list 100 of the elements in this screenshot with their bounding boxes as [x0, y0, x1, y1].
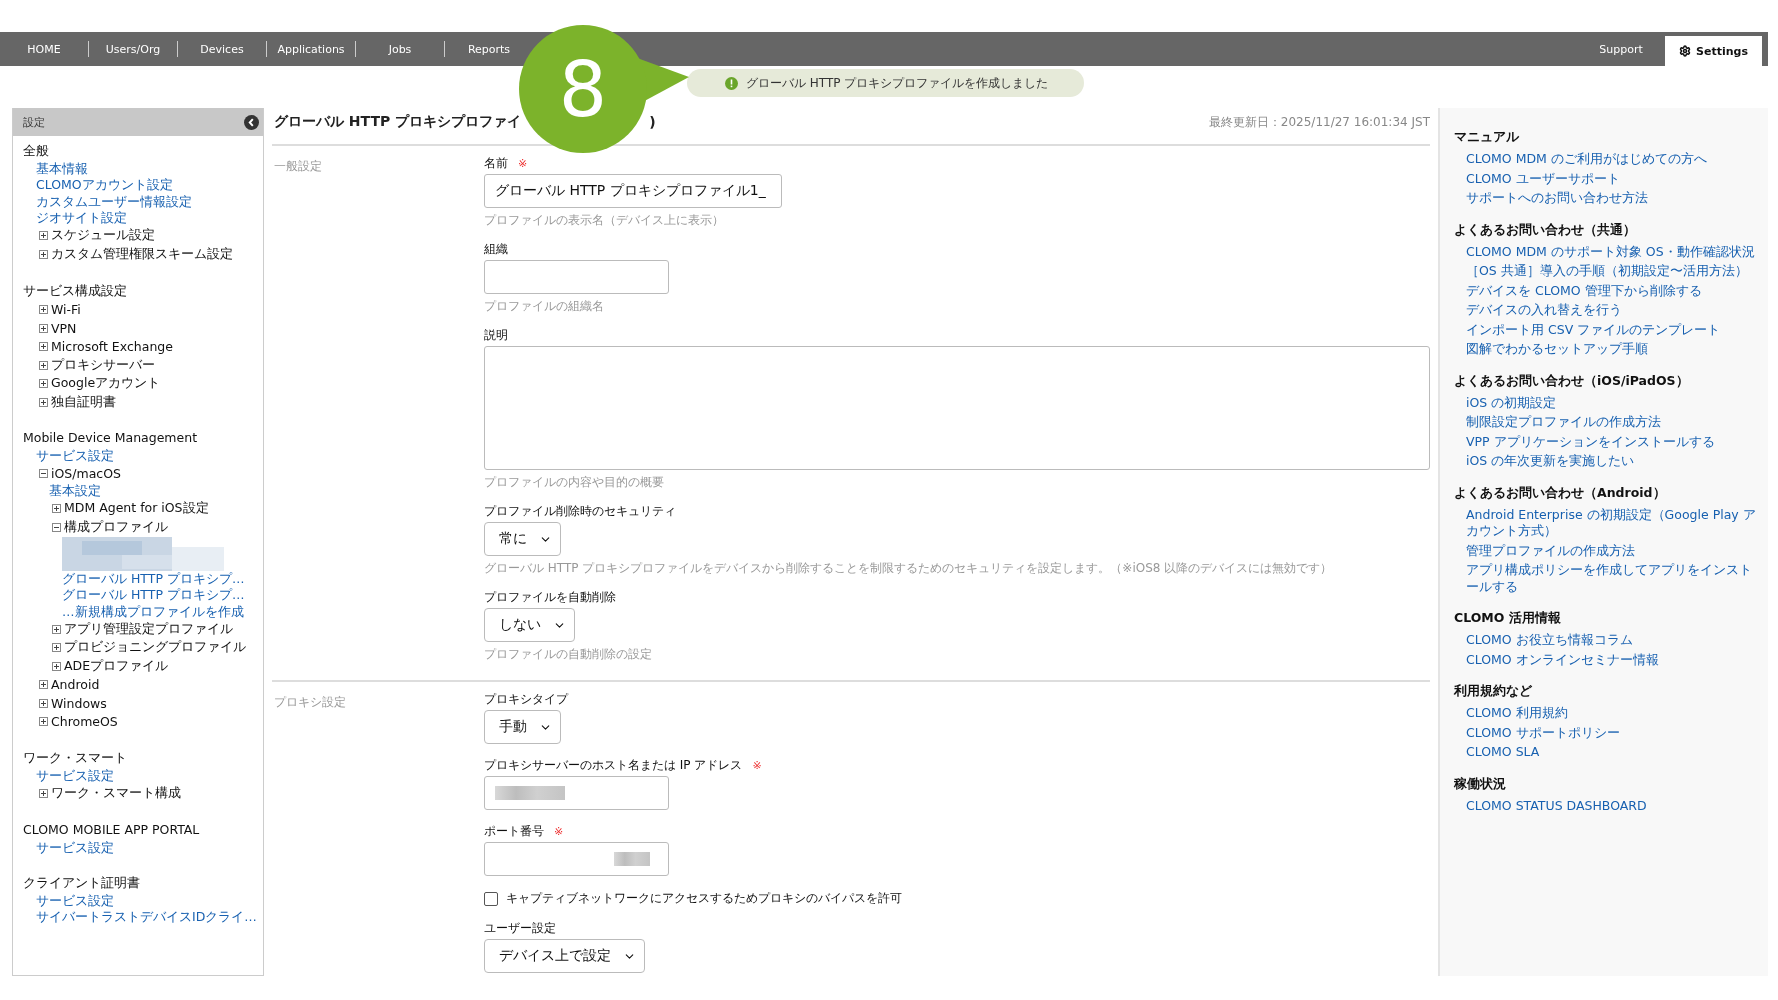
- help-link[interactable]: CLOMO SLA: [1466, 744, 1540, 761]
- tree-label[interactable]: Windows: [51, 695, 107, 711]
- help-link[interactable]: iOS の年次更新を実施したい: [1466, 453, 1635, 470]
- tree-item[interactable]: スケジュール設定: [39, 226, 255, 246]
- input-field[interactable]: [484, 842, 669, 876]
- input-field[interactable]: [484, 260, 669, 294]
- checkbox-option[interactable]: キャプティブネットワークにアクセスするためプロキシのバイパスを許可: [484, 890, 1430, 907]
- tree-label[interactable]: アプリ管理設定プロファイル: [64, 620, 233, 638]
- tree-item[interactable]: 独自証明書: [39, 392, 255, 412]
- dropdown[interactable]: デバイス上で設定: [484, 939, 645, 973]
- tree-item[interactable]: Wi-Fi: [39, 300, 255, 319]
- tree-item[interactable]: VPN: [39, 318, 255, 338]
- expand-icon[interactable]: [39, 249, 48, 259]
- tree-label[interactable]: スケジュール設定: [51, 227, 155, 245]
- expand-icon[interactable]: [52, 504, 61, 514]
- tree-item[interactable]: ADEプロファイル: [52, 657, 255, 676]
- tree-item[interactable]: ワーク・スマート構成: [39, 784, 255, 803]
- help-link[interactable]: VPP アプリケーションをインストールする: [1466, 433, 1715, 450]
- help-link[interactable]: インポート用 CSV ファイルのテンプレート: [1466, 321, 1721, 338]
- nav-tab[interactable]: Jobs: [356, 32, 444, 66]
- collapse-icon[interactable]: [39, 469, 48, 479]
- help-link[interactable]: Android Enterprise の初期設定（Google Play アカウント方式）: [1466, 506, 1756, 540]
- help-link[interactable]: ［OS 共通］導入の手順（初期設定〜活用方法）: [1466, 263, 1748, 280]
- expand-icon[interactable]: [39, 342, 48, 352]
- tree-item[interactable]: Googleアカウント: [39, 374, 255, 393]
- expand-icon[interactable]: [52, 643, 61, 653]
- tree-item[interactable]: プロキシサーバー: [39, 355, 255, 375]
- sidebar-link[interactable]: グローバル HTTP プロキシプ…: [62, 587, 245, 604]
- expand-icon[interactable]: [39, 231, 48, 241]
- sidebar-link[interactable]: 基本設定: [49, 483, 101, 500]
- expand-icon[interactable]: [39, 305, 48, 315]
- tree-item[interactable]: Windows: [39, 694, 255, 713]
- tree-item[interactable]: プロビジョニングプロファイル: [52, 638, 255, 658]
- help-link[interactable]: CLOMO STATUS DASHBOARD: [1466, 797, 1647, 814]
- tree-label[interactable]: VPN: [51, 320, 77, 336]
- help-link[interactable]: CLOMO サポートポリシー: [1466, 724, 1620, 741]
- tree-item[interactable]: アプリ管理設定プロファイル: [52, 620, 255, 639]
- dropdown[interactable]: 常に: [484, 522, 561, 556]
- collapse-icon[interactable]: [52, 522, 61, 532]
- checkbox[interactable]: [484, 891, 498, 906]
- sidebar-link[interactable]: サービス設定: [36, 767, 114, 785]
- nav-tab[interactable]: Reports: [445, 32, 533, 66]
- sidebar-link[interactable]: サイバートラストデバイスIDクライ…: [36, 909, 257, 926]
- expand-icon[interactable]: [39, 789, 48, 799]
- tree-label[interactable]: プロビジョニングプロファイル: [64, 639, 246, 657]
- expand-icon[interactable]: [52, 661, 61, 671]
- help-link[interactable]: デバイスの入れ替えを行う: [1466, 302, 1622, 319]
- help-link[interactable]: CLOMO MDM のサポート対象 OS・動作確認状況: [1466, 243, 1755, 260]
- tree-item[interactable]: Android: [39, 675, 255, 695]
- tree-item[interactable]: MDM Agent for iOS設定: [52, 499, 255, 519]
- tree-item[interactable]: 構成プロファイル: [52, 518, 255, 537]
- help-link[interactable]: デバイスを CLOMO 管理下から削除する: [1466, 282, 1702, 299]
- tree-label[interactable]: MDM Agent for iOS設定: [64, 500, 209, 518]
- help-link[interactable]: アプリ構成ポリシーを作成してアプリをインストールする: [1466, 562, 1756, 595]
- help-link[interactable]: CLOMO お役立ち情報コラム: [1466, 632, 1633, 649]
- tree-label[interactable]: iOS/macOS: [51, 466, 121, 482]
- sidebar-link[interactable]: グローバル HTTP プロキシプ…: [62, 570, 245, 588]
- nav-tab[interactable]: Support: [1577, 32, 1666, 66]
- sidebar-link[interactable]: サービス設定: [36, 839, 114, 856]
- tree-label[interactable]: Googleアカウント: [51, 375, 161, 393]
- tree-item[interactable]: カスタム管理権限スキーム設定: [39, 245, 255, 264]
- tree-label[interactable]: Microsoft Exchange: [51, 339, 173, 355]
- tree-label[interactable]: 独自証明書: [51, 393, 116, 411]
- help-link[interactable]: iOS の初期設定: [1466, 394, 1557, 411]
- tree-label[interactable]: ChromeOS: [51, 714, 118, 730]
- expand-icon[interactable]: [39, 360, 48, 370]
- tree-label[interactable]: 構成プロファイル: [64, 518, 168, 536]
- expand-icon[interactable]: [39, 323, 48, 333]
- sidebar-link[interactable]: サービス設定: [36, 892, 114, 910]
- dropdown[interactable]: 手動: [484, 710, 561, 744]
- help-link[interactable]: サポートへのお問い合わせ方法: [1466, 190, 1648, 207]
- input-field[interactable]: [484, 776, 669, 810]
- nav-tab[interactable]: Devices: [178, 32, 266, 66]
- expand-icon[interactable]: [39, 397, 48, 407]
- expand-icon[interactable]: [39, 717, 48, 727]
- help-link[interactable]: 管理プロファイルの作成方法: [1466, 542, 1635, 559]
- expand-icon[interactable]: [52, 624, 61, 634]
- sidebar-link[interactable]: カスタムユーザー情報設定: [36, 193, 192, 211]
- tree-label[interactable]: Android: [51, 677, 100, 693]
- nav-tab[interactable]: HOME: [0, 32, 88, 66]
- help-link[interactable]: CLOMO ユーザーサポート: [1466, 170, 1620, 187]
- tree-label[interactable]: プロキシサーバー: [51, 356, 155, 374]
- help-link[interactable]: 制限設定プロファイルの作成方法: [1466, 414, 1661, 431]
- tree-item[interactable]: Microsoft Exchange: [39, 337, 255, 356]
- tree-label[interactable]: ワーク・スマート構成: [51, 785, 181, 803]
- tree-item[interactable]: iOS/macOS: [39, 464, 255, 484]
- sidebar-link[interactable]: ジオサイト設定: [36, 210, 127, 227]
- help-link[interactable]: CLOMO オンラインセミナー情報: [1466, 651, 1659, 668]
- sidebar-link[interactable]: サービス設定: [36, 448, 114, 465]
- tree-label[interactable]: ADEプロファイル: [64, 657, 169, 675]
- tree-label[interactable]: カスタム管理権限スキーム設定: [51, 245, 233, 263]
- tree-label[interactable]: Wi-Fi: [51, 302, 81, 318]
- expand-icon[interactable]: [39, 680, 48, 690]
- expand-icon[interactable]: [39, 698, 48, 708]
- help-link[interactable]: CLOMO 利用規約: [1466, 705, 1568, 722]
- nav-tab[interactable]: Settings: [1665, 36, 1762, 66]
- sidebar-link[interactable]: …新規構成プロファイルを作成: [62, 603, 244, 621]
- tree-item[interactable]: ChromeOS: [39, 712, 255, 732]
- sidebar-link[interactable]: 基本情報: [36, 160, 88, 178]
- collapse-icon[interactable]: [244, 114, 259, 130]
